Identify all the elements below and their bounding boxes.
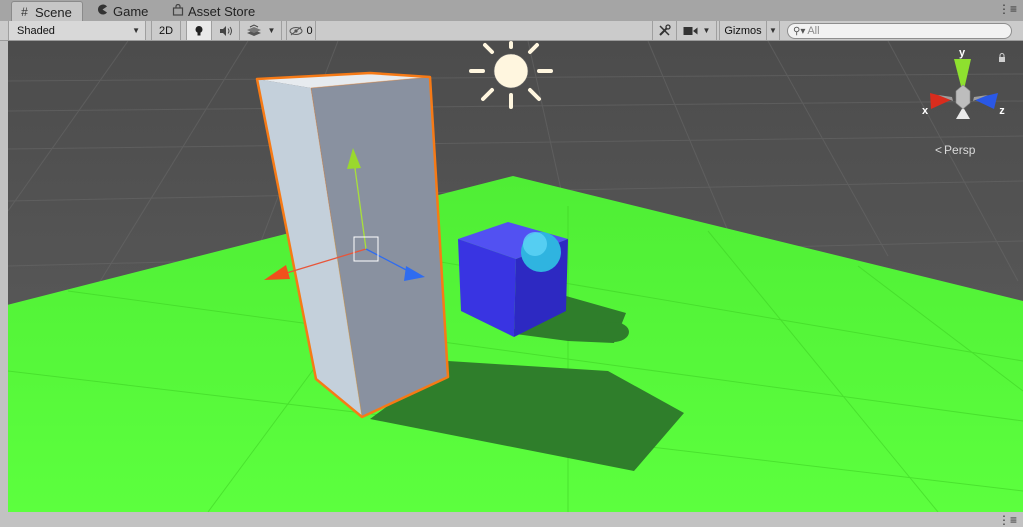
window-menu-icon[interactable]: ⋮≡ [998,2,1017,16]
grid-icon: # [21,5,28,19]
scene-audio-toggle[interactable] [212,21,240,40]
hidden-count: 0 [306,24,313,37]
eye-slash-icon [289,26,303,35]
bottom-panel-edge: ⋮≡ [0,512,1023,527]
hidden-objects-toggle[interactable]: 0 [286,21,316,40]
lock-icon[interactable] [998,53,1006,62]
tab-game-label: Game [113,3,149,19]
search-placeholder: All [807,25,820,37]
chevron-down-icon: ▼ [132,26,140,35]
gizmo-y-label: y [959,47,966,59]
panel-border [0,41,8,512]
tab-asset-store[interactable]: Asset Store [171,1,255,21]
tab-bar: # Scene Game Asset Store ⋮≡ [0,0,1023,22]
chevron-left-icon: < [935,143,943,157]
effects-icon [246,24,261,36]
tools-button[interactable] [652,21,677,40]
gizmos-button[interactable]: Gizmos [719,21,767,40]
scene-search-input[interactable]: ⚲▾ All [787,23,1012,39]
gizmo-x-label: x [922,105,929,117]
scene-effects-dropdown[interactable]: ▼ [240,21,282,40]
scene-lighting-toggle[interactable] [186,21,212,40]
shading-mode-dropdown[interactable]: Shaded ▼ [8,21,146,40]
gizmos-label: Gizmos [724,24,762,37]
window-menu-icon[interactable]: ⋮≡ [998,513,1017,527]
speaker-icon [219,25,232,36]
scene-toolbar: Shaded ▼ 2D ▼ 0 ▼ Gizmos ▼ ⚲▾ All [0,21,1023,41]
tools-icon [659,24,671,36]
tab-scene-label: Scene [35,4,72,20]
tab-asset-store-label: Asset Store [188,3,256,19]
scene-viewport[interactable]: y x z < Persp [8,41,1023,512]
tab-scene[interactable]: # Scene [11,1,83,22]
gizmo-z-label: z [999,105,1005,117]
gizmos-dropdown[interactable]: ▼ [767,21,780,40]
sphere-shadow [597,322,629,342]
search-icon: ⚲▾ [793,25,806,37]
projection-toggle[interactable]: < Persp [935,143,975,157]
cyan-sphere[interactable] [521,232,561,272]
projection-label: Persp [944,143,976,157]
camera-settings-dropdown[interactable]: ▼ [677,21,717,40]
2d-mode-button[interactable]: 2D [151,21,181,40]
camera-icon [683,26,698,35]
2d-mode-label: 2D [158,24,174,37]
chevron-down-icon: ▼ [769,26,777,35]
chevron-down-icon: ▼ [267,26,276,35]
chevron-down-icon: ▼ [702,26,711,35]
shopping-bag-icon [171,3,184,19]
lightbulb-icon [195,25,203,35]
pacman-icon [96,4,109,18]
tab-game[interactable]: Game [96,1,148,21]
shading-mode-label: Shaded [17,24,55,37]
